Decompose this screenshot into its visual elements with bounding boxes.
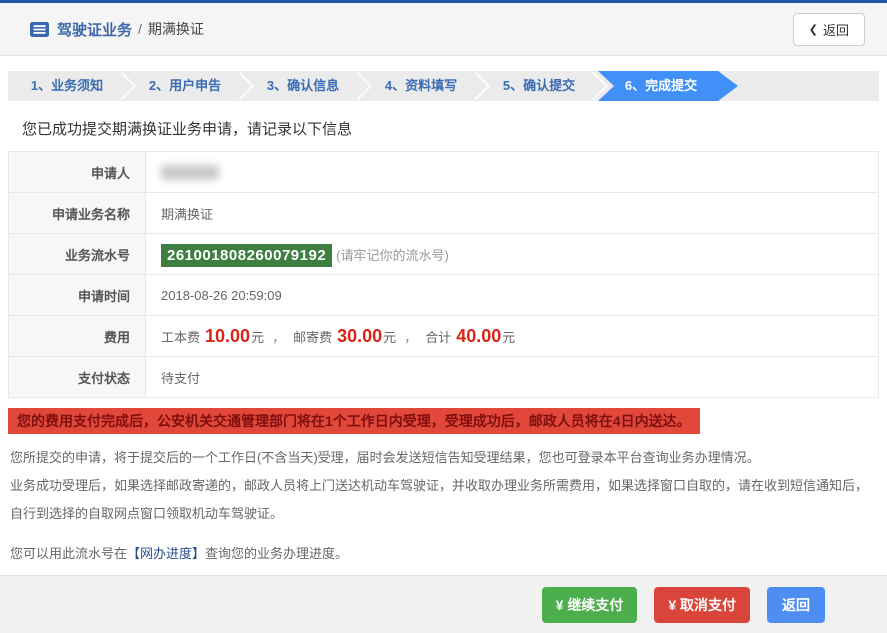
continue-payment-label: 继续支付 <box>567 596 624 613</box>
fee-item-label: 合计 <box>425 329 452 345</box>
page-header: 驾驶证业务 / 期满换证 ❮ 返回 <box>0 3 887 56</box>
cancel-payment-label: 取消支付 <box>680 596 736 613</box>
apply-time-value: 2018-08-26 20:59:09 <box>145 274 879 316</box>
continue-payment-button[interactable]: ¥ 继续支付 <box>541 586 638 623</box>
instruction-paragraphs: 您所提交的申请，将于提交后的一个工作日(不含当天)受理，届时会发送短信告知受理结… <box>10 444 875 528</box>
serial-number-badge: 261001808260079192 <box>161 243 333 267</box>
fee-item-amount: 40.00 <box>456 325 502 346</box>
fee-item-unit: 元 <box>383 329 397 345</box>
return-button-label: 返回 <box>782 596 810 613</box>
fee-item-amount: 30.00 <box>337 325 383 346</box>
payment-status-value: 待支付 <box>145 356 879 398</box>
row-label: 申请时间 <box>8 274 146 316</box>
fee-item-amount: 10.00 <box>205 325 251 346</box>
step-6-submission-complete: 6、完成提交 <box>598 71 738 101</box>
instruction-paragraph: 您所提交的申请，将于提交后的一个工作日(不含当天)受理，届时会发送短信告知受理结… <box>10 450 760 465</box>
progress-note: 您可以用此流水号在【网办进度】查询您的业务办理进度。 <box>10 543 877 562</box>
chevron-left-icon: ❮ <box>808 23 818 36</box>
row-label: 申请业务名称 <box>8 192 146 234</box>
table-row-business-name: 申请业务名称 期满换证 <box>8 192 879 234</box>
wizard-stepper: 1、业务须知 2、用户申告 3、确认信息 4、资料填写 5、确认提交 6、完成提… <box>8 71 879 101</box>
fee-item-unit: 元 <box>251 329 265 345</box>
footer-action-bar: ¥ 继续支付 ¥ 取消支付 返回 <box>0 575 887 633</box>
progress-note-suffix: 查询您的业务办理进度。 <box>205 545 349 561</box>
step-2-user-declaration: 2、用户申告 <box>126 71 244 101</box>
serial-number-note: (请牢记你的流水号) <box>336 247 449 263</box>
fee-value: 工本费 10.00元，邮寄费 30.00元，合计 40.00元 <box>145 315 879 357</box>
table-row-serial-number: 业务流水号 261001808260079192 (请牢记你的流水号) <box>8 233 879 275</box>
success-message: 您已成功提交期满换证业务申请，请记录以下信息 <box>22 121 353 138</box>
table-row-payment-status: 支付状态 待支付 <box>8 356 879 398</box>
breadcrumb-section: 驾驶证业务 <box>57 21 133 39</box>
fee-item-label: 邮寄费 <box>293 329 333 345</box>
step-4-fill-materials: 4、资料填写 <box>362 71 480 101</box>
document-list-icon <box>30 21 49 37</box>
row-label: 支付状态 <box>8 356 146 398</box>
instruction-paragraph: 业务成功受理后，如果选择邮政寄递的，邮政人员将上门送达机动车驾驶证，并收取办理业… <box>10 477 869 521</box>
back-button-label: 返回 <box>822 22 849 38</box>
step-3-confirm-info: 3、确认信息 <box>244 71 362 101</box>
cancel-payment-button[interactable]: ¥ 取消支付 <box>654 586 750 623</box>
row-label: 费用 <box>8 315 146 357</box>
table-row-applicant: 申请人 <box>8 151 879 193</box>
back-button-top[interactable]: ❮ 返回 <box>792 12 865 46</box>
step-1-business-notice: 1、业务须知 <box>8 71 126 101</box>
row-label: 申请人 <box>8 151 146 193</box>
step-5-confirm-submit: 5、确认提交 <box>480 71 598 101</box>
return-button[interactable]: 返回 <box>767 586 825 623</box>
breadcrumb-separator: / <box>138 21 142 37</box>
application-info-table: 申请人 申请业务名称 期满换证 业务流水号 261001808260079192… <box>8 151 879 398</box>
redacted-applicant-name <box>161 165 219 181</box>
progress-note-prefix: 您可以用此流水号在 <box>10 545 128 561</box>
fee-item-label: 工本费 <box>161 329 201 345</box>
breadcrumb-page: 期满换证 <box>147 21 204 37</box>
row-label: 业务流水号 <box>8 233 146 275</box>
business-name-value: 期满换证 <box>145 192 879 234</box>
fee-separator: ， <box>272 329 286 345</box>
payment-warning-banner: 您的费用支付完成后，公安机关交通管理部门将在1个工作日内受理，受理成功后，邮政人… <box>8 408 700 434</box>
table-row-fee: 费用 工本费 10.00元，邮寄费 30.00元，合计 40.00元 <box>8 315 879 357</box>
page: 驾驶证业务 / 期满换证 ❮ 返回 1、业务须知 2、用户申告 3、确认信息 4… <box>0 0 887 633</box>
table-row-apply-time: 申请时间 2018-08-26 20:59:09 <box>8 274 879 316</box>
yen-icon: ¥ <box>555 596 564 613</box>
fee-item-unit: 元 <box>502 329 516 345</box>
yen-icon: ¥ <box>668 596 677 613</box>
progress-note-highlight: 【网办进度】 <box>127 545 206 561</box>
main-content: 您已成功提交期满换证业务申请，请记录以下信息 申请人 申请业务名称 期满换证 业… <box>0 101 887 575</box>
fee-separator: ， <box>404 329 418 345</box>
